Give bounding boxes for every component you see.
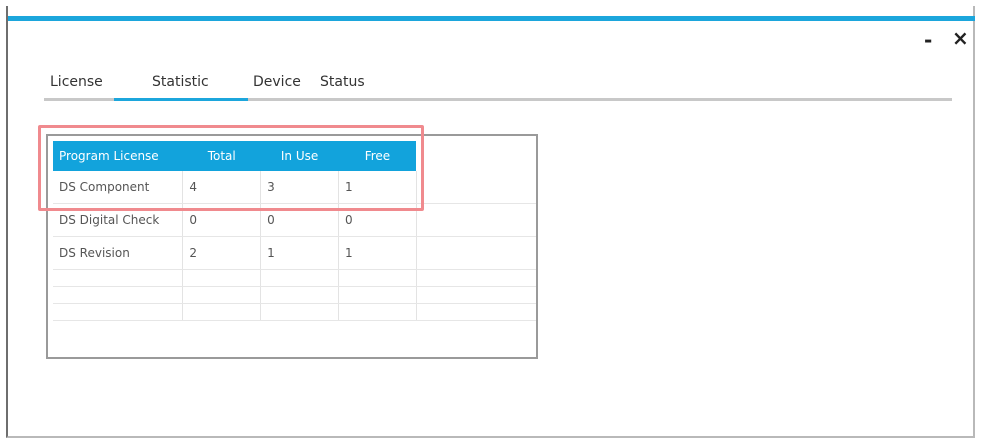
minimize-button[interactable]: -	[924, 28, 932, 52]
total-cell: 4	[182, 171, 262, 204]
empty-cell	[53, 269, 184, 287]
title-accent-bar	[8, 16, 975, 21]
empty-cell	[338, 269, 417, 287]
free-cell: 1	[338, 171, 417, 204]
column-header-in-use[interactable]: In Use	[260, 141, 339, 171]
column-header-program-license[interactable]: Program License	[53, 141, 183, 171]
empty-row	[53, 269, 536, 287]
empty-cell	[416, 171, 536, 204]
total-cell: 2	[182, 236, 262, 270]
tab-license[interactable]: License	[50, 74, 103, 90]
empty-cell	[260, 303, 339, 321]
program-license-cell: DS Component	[53, 171, 184, 204]
empty-cell	[260, 286, 339, 304]
empty-cell	[182, 286, 262, 304]
free-cell: 1	[338, 236, 417, 270]
empty-row	[53, 303, 536, 321]
tab-statistic[interactable]: Statistic	[152, 74, 209, 90]
table-row[interactable]: DS Digital Check 0 0 0	[53, 203, 536, 237]
empty-cell	[338, 303, 417, 321]
program-license-cell: DS Revision	[53, 236, 184, 270]
table-header-row: Program License Total In Use Free	[53, 141, 536, 171]
tab-bar: License Statistic Device Status	[44, 68, 952, 102]
empty-cell	[53, 303, 184, 321]
empty-cell	[338, 286, 417, 304]
free-cell: 0	[338, 203, 417, 237]
tab-device[interactable]: Device	[253, 74, 301, 90]
close-button[interactable]: ×	[952, 26, 969, 50]
empty-cell	[416, 236, 536, 270]
empty-cell	[416, 303, 536, 321]
license-statistic-grid: Program License Total In Use Free DS Com…	[46, 134, 538, 359]
column-header-total[interactable]: Total	[182, 141, 261, 171]
empty-cell	[416, 286, 536, 304]
empty-cell	[416, 203, 536, 237]
column-header-free[interactable]: Free	[338, 141, 417, 171]
empty-cell	[182, 269, 262, 287]
table-row[interactable]: DS Revision 2 1 1	[53, 236, 536, 270]
total-cell: 0	[182, 203, 262, 237]
in-use-cell: 3	[260, 171, 339, 204]
empty-cell	[53, 286, 184, 304]
empty-cell	[260, 269, 339, 287]
statistic-table: Program License Total In Use Free DS Com…	[53, 141, 536, 321]
active-tab-indicator	[114, 98, 248, 101]
tab-status[interactable]: Status	[320, 74, 365, 90]
program-license-cell: DS Digital Check	[53, 203, 184, 237]
empty-cell	[416, 269, 536, 287]
in-use-cell: 0	[260, 203, 339, 237]
empty-cell	[182, 303, 262, 321]
header-empty-cell	[416, 141, 536, 171]
in-use-cell: 1	[260, 236, 339, 270]
table-row[interactable]: DS Component 4 3 1	[53, 171, 536, 204]
empty-row	[53, 286, 536, 304]
